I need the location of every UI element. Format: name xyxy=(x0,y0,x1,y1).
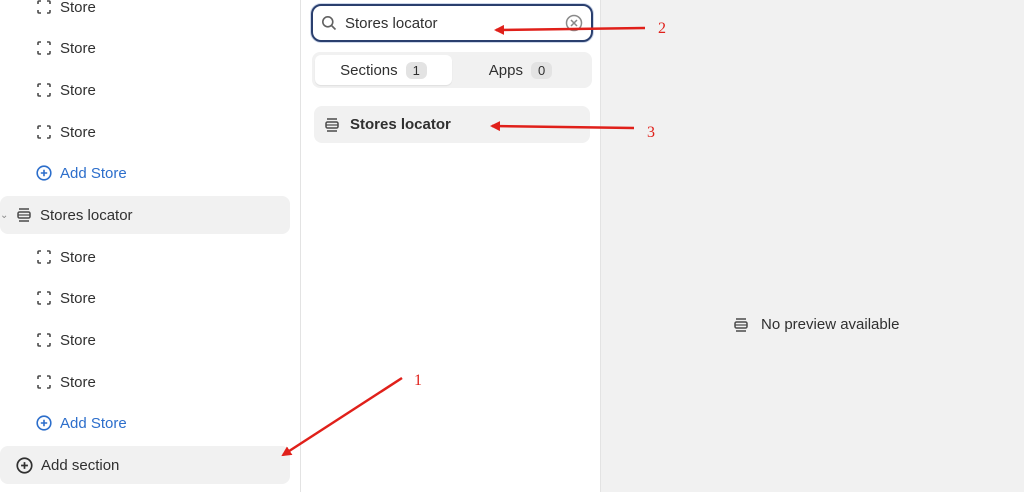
block-icon xyxy=(36,249,52,265)
result-label: Stores locator xyxy=(350,116,451,133)
block-label: Store xyxy=(60,331,96,349)
block-item-store[interactable]: Store xyxy=(0,0,290,26)
block-item-store[interactable]: Store xyxy=(0,113,290,151)
tab-apps[interactable]: Apps 0 xyxy=(452,55,589,85)
block-label: Store xyxy=(60,123,96,141)
preview-area: No preview available xyxy=(601,0,1024,492)
search-icon xyxy=(321,15,337,31)
section-icon xyxy=(733,317,749,333)
block-icon xyxy=(36,0,52,15)
plus-circle-icon xyxy=(36,415,52,431)
count-badge: 1 xyxy=(405,61,427,79)
block-icon xyxy=(36,290,52,306)
search-input[interactable] xyxy=(343,13,565,33)
block-label: Store xyxy=(60,248,96,266)
annotation-number-3: 3 xyxy=(647,124,655,141)
block-label: Store xyxy=(60,39,96,57)
search-result-stores-locator[interactable]: Stores locator xyxy=(314,106,590,143)
chevron-down-icon[interactable]: ⌄ xyxy=(0,210,10,221)
section-label: Stores locator xyxy=(40,206,133,224)
add-store-button[interactable]: Add Store xyxy=(0,404,290,442)
tab-label: Apps xyxy=(488,61,523,79)
block-item-store[interactable]: Store xyxy=(0,71,290,109)
add-section-label: Add section xyxy=(41,456,120,474)
block-item-store[interactable]: Store xyxy=(0,321,290,359)
block-label: Store xyxy=(60,373,96,391)
block-label: Store xyxy=(60,0,96,16)
block-icon xyxy=(36,124,52,140)
block-item-store[interactable]: Store xyxy=(0,363,290,401)
plus-circle-icon xyxy=(36,165,52,181)
block-label: Store xyxy=(60,289,96,307)
block-icon xyxy=(36,40,52,56)
add-store-label: Add Store xyxy=(60,414,127,432)
tab-sections[interactable]: Sections 1 xyxy=(315,55,452,85)
plus-circle-icon xyxy=(16,456,33,474)
block-item-store[interactable]: Store xyxy=(0,279,290,317)
no-preview-label: No preview available xyxy=(761,316,900,333)
section-icon xyxy=(16,207,32,223)
add-section-button[interactable]: Add section xyxy=(0,446,290,484)
annotation-number-2: 2 xyxy=(658,20,666,37)
add-store-button[interactable]: Add Store xyxy=(0,154,290,192)
tab-label: Sections xyxy=(340,61,398,79)
sidebar: Store Store Store Store Add Store ⌄ Stor… xyxy=(0,0,300,492)
block-icon xyxy=(36,374,52,390)
search-box[interactable] xyxy=(311,4,593,42)
section-stores-locator[interactable]: ⌄ Stores locator xyxy=(0,196,290,234)
block-icon xyxy=(36,332,52,348)
add-store-label: Add Store xyxy=(60,164,127,182)
add-section-panel: Sections 1 Apps 0 Stores locator xyxy=(300,0,601,492)
annotation-number-1: 1 xyxy=(414,372,422,389)
section-icon xyxy=(324,117,340,133)
no-preview-message: No preview available xyxy=(733,316,899,333)
clear-search-icon[interactable] xyxy=(565,14,583,32)
tab-bar: Sections 1 Apps 0 xyxy=(312,52,592,88)
count-badge: 0 xyxy=(530,61,553,79)
block-item-store[interactable]: Store xyxy=(0,238,290,276)
block-label: Store xyxy=(60,81,96,99)
block-icon xyxy=(36,82,52,98)
block-item-store[interactable]: Store xyxy=(0,29,290,67)
